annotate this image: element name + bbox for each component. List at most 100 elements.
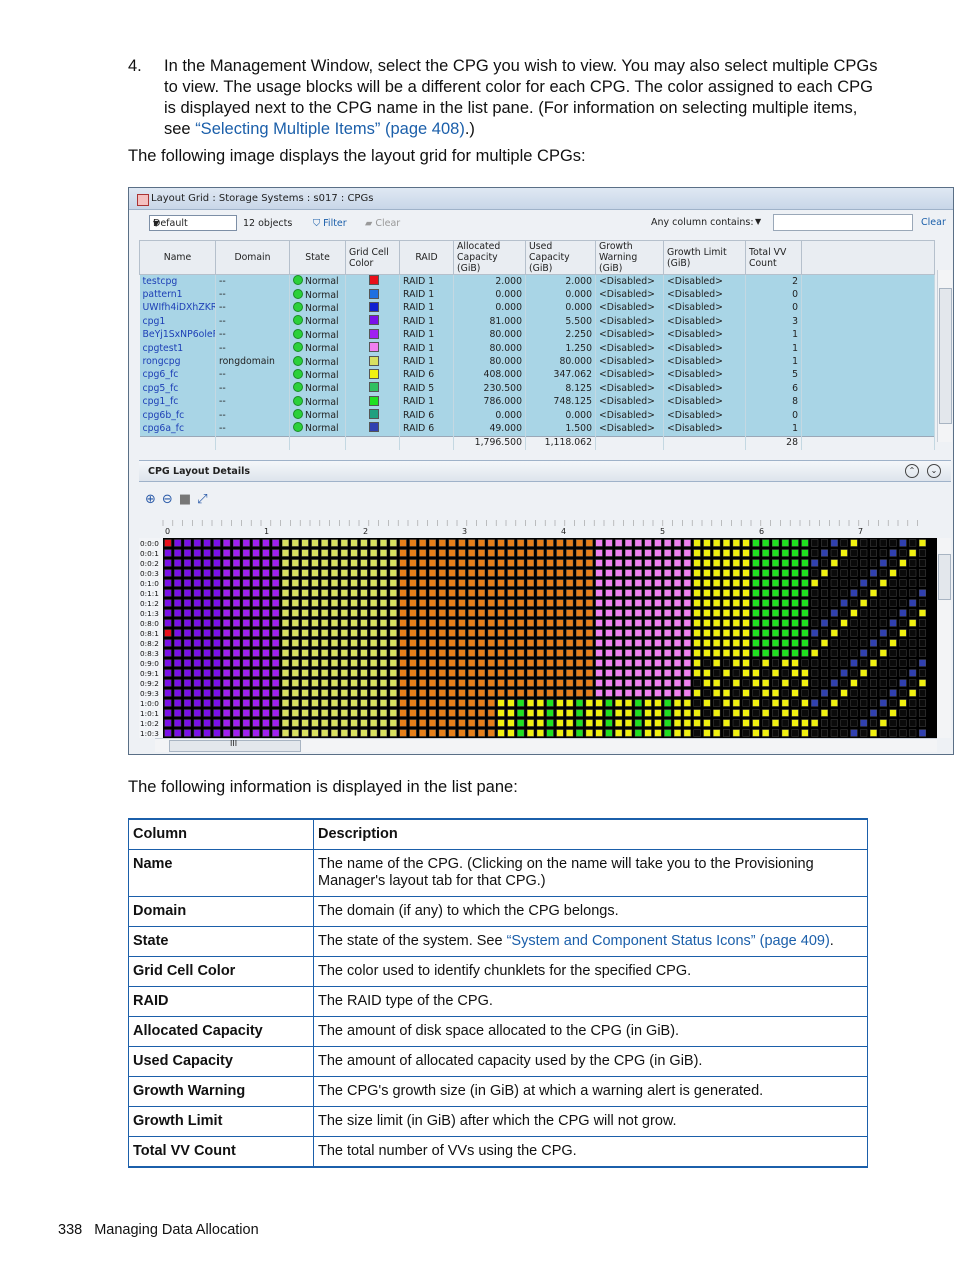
chunklet-cell[interactable] [566, 639, 574, 647]
chunklet-cell[interactable] [772, 579, 780, 587]
chunklet-cell[interactable] [840, 559, 848, 567]
chunklet-cell[interactable] [497, 599, 505, 607]
chunklet-cell[interactable] [664, 699, 672, 707]
chunklet-cell[interactable] [232, 549, 240, 557]
chunklet-cell[interactable] [723, 709, 731, 717]
chunklet-cell[interactable] [909, 709, 917, 717]
chunklet-cell[interactable] [860, 719, 868, 727]
chunklet-cell[interactable] [811, 609, 819, 617]
chunklet-cell[interactable] [174, 679, 182, 687]
chunklet-cell[interactable] [889, 599, 897, 607]
chunklet-cell[interactable] [821, 679, 829, 687]
chunklet-cell[interactable] [330, 699, 338, 707]
chunklet-cell[interactable] [909, 729, 917, 737]
chunklet-cell[interactable] [419, 639, 427, 647]
chunklet-cell[interactable] [605, 649, 613, 657]
chunklet-cell[interactable] [752, 589, 760, 597]
chunklet-cell[interactable] [713, 629, 721, 637]
chunklet-cell[interactable] [899, 679, 907, 687]
chunklet-cell[interactable] [360, 609, 368, 617]
chunklet-cell[interactable] [291, 699, 299, 707]
chunklet-cell[interactable] [203, 679, 211, 687]
chunklet-cell[interactable] [497, 569, 505, 577]
chunklet-cell[interactable] [909, 649, 917, 657]
chunklet-cell[interactable] [213, 599, 221, 607]
chunklet-cell[interactable] [536, 659, 544, 667]
chunklet-cell[interactable] [674, 719, 682, 727]
chunklet-cell[interactable] [272, 609, 280, 617]
chunklet-cell[interactable] [429, 619, 437, 627]
chunklet-cell[interactable] [605, 709, 613, 717]
chunklet-cell[interactable] [468, 709, 476, 717]
chunklet-cell[interactable] [830, 539, 838, 547]
chunklet-cell[interactable] [311, 679, 319, 687]
chunklet-cell[interactable] [379, 639, 387, 647]
chunklet-cell[interactable] [360, 719, 368, 727]
chunklet-cell[interactable] [448, 679, 456, 687]
chunklet-cell[interactable] [840, 599, 848, 607]
chunklet-cell[interactable] [232, 669, 240, 677]
chunklet-cell[interactable] [458, 599, 466, 607]
chunklet-cell[interactable] [497, 539, 505, 547]
chunklet-cell[interactable] [595, 609, 603, 617]
chunklet-cell[interactable] [634, 569, 642, 577]
chunklet-cell[interactable] [409, 539, 417, 547]
chunklet-cell[interactable] [458, 669, 466, 677]
chunklet-cell[interactable] [184, 589, 192, 597]
chunklet-cell[interactable] [174, 639, 182, 647]
chunklet-cell[interactable] [360, 579, 368, 587]
chunklet-cell[interactable] [223, 649, 231, 657]
clear-filter-button[interactable]: ▰ Clear [365, 218, 400, 229]
chunklet-cell[interactable] [546, 619, 554, 627]
chunklet-cell[interactable] [174, 719, 182, 727]
chunklet-cell[interactable] [605, 689, 613, 697]
col-header[interactable]: Total VV Count [745, 240, 802, 275]
chunklet-cell[interactable] [262, 619, 270, 627]
chunklet-cell[interactable] [448, 699, 456, 707]
chunklet-cell[interactable] [664, 679, 672, 687]
chunklet-cell[interactable] [242, 719, 250, 727]
chunklet-cell[interactable] [242, 689, 250, 697]
col-header[interactable]: Used Capacity (GiB) [525, 240, 596, 275]
chunklet-cell[interactable] [291, 619, 299, 627]
chunklet-cell[interactable] [830, 659, 838, 667]
chunklet-cell[interactable] [634, 689, 642, 697]
chunklet-cell[interactable] [576, 539, 584, 547]
chunklet-cell[interactable] [262, 689, 270, 697]
chunklet-cell[interactable] [193, 629, 201, 637]
chunklet-cell[interactable] [830, 689, 838, 697]
chunklet-cell[interactable] [546, 699, 554, 707]
chunklet-cell[interactable] [625, 629, 633, 637]
chunklet-cell[interactable] [291, 659, 299, 667]
chunklet-cell[interactable] [615, 579, 623, 587]
chunklet-cell[interactable] [478, 669, 486, 677]
chunklet-cell[interactable] [321, 689, 329, 697]
chunklet-cell[interactable] [429, 549, 437, 557]
chunklet-cell[interactable] [330, 719, 338, 727]
chunklet-cell[interactable] [389, 569, 397, 577]
cell-name[interactable]: cpgtest1 [139, 341, 216, 356]
chunklet-cell[interactable] [703, 539, 711, 547]
chunklet-cell[interactable] [193, 649, 201, 657]
chunklet-cell[interactable] [909, 689, 917, 697]
chunklet-cell[interactable] [360, 659, 368, 667]
chunklet-cell[interactable] [634, 699, 642, 707]
chunklet-cell[interactable] [919, 649, 927, 657]
chunklet-cell[interactable] [536, 639, 544, 647]
chunklet-cell[interactable] [321, 619, 329, 627]
chunklet-cell[interactable] [615, 629, 623, 637]
chunklet-cell[interactable] [350, 599, 358, 607]
chunklet-cell[interactable] [184, 719, 192, 727]
chunklet-cell[interactable] [732, 639, 740, 647]
chunklet-cell[interactable] [556, 679, 564, 687]
chunklet-cell[interactable] [703, 709, 711, 717]
chunklet-cell[interactable] [478, 649, 486, 657]
chunklet-cell[interactable] [213, 679, 221, 687]
chunklet-cell[interactable] [634, 729, 642, 737]
chunklet-cell[interactable] [174, 579, 182, 587]
chunklet-cell[interactable] [262, 539, 270, 547]
chunklet-cell[interactable] [742, 549, 750, 557]
chunklet-cell[interactable] [330, 709, 338, 717]
chunklet-cell[interactable] [693, 609, 701, 617]
chunklet-cell[interactable] [870, 619, 878, 627]
